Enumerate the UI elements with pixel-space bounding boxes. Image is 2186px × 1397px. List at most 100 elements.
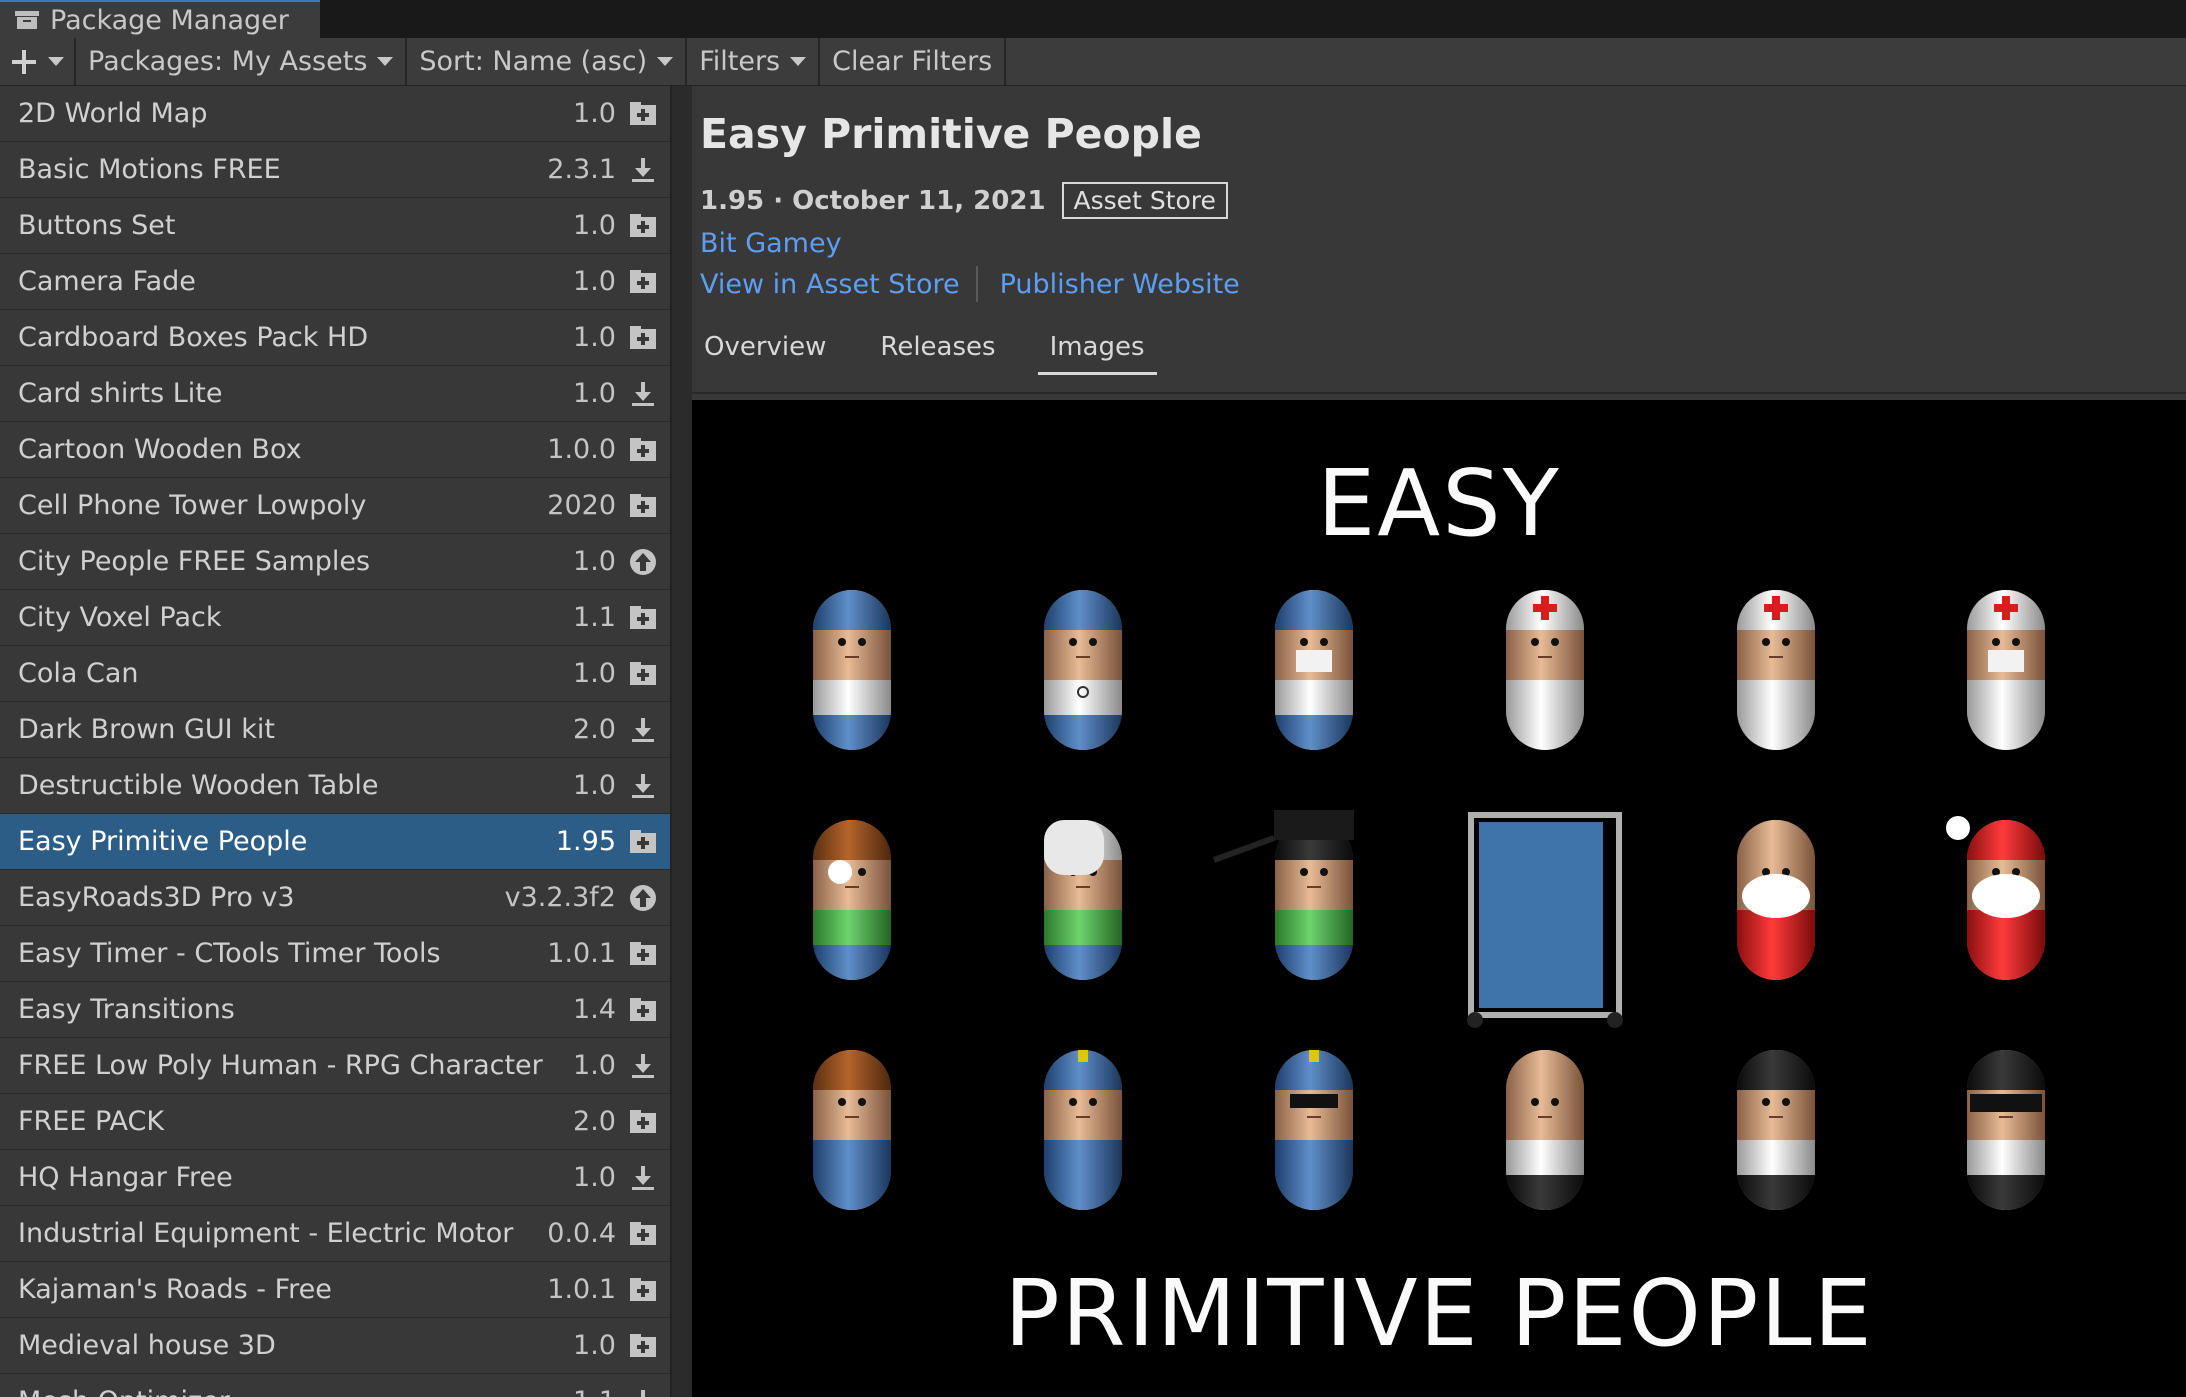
view-in-asset-store-link[interactable]: View in Asset Store <box>700 269 960 300</box>
import-icon[interactable] <box>628 1107 658 1137</box>
package-row[interactable]: FREE Low Poly Human - RPG Character 1.0 <box>0 1038 670 1094</box>
filters-dropdown-label: Filters <box>699 46 781 77</box>
package-row[interactable]: Camera Fade 1.0 <box>0 254 670 310</box>
toolbar: Packages: My Assets Sort: Name (asc) Fil… <box>0 38 2186 86</box>
package-row[interactable]: Cola Can 1.0 <box>0 646 670 702</box>
package-version: 1.4 <box>573 994 616 1025</box>
import-icon[interactable] <box>628 659 658 689</box>
download-icon[interactable] <box>628 1387 658 1397</box>
package-row[interactable]: Industrial Equipment - Electric Motor 0.0… <box>0 1206 670 1262</box>
tab-releases[interactable]: Releases <box>868 332 1007 375</box>
publisher-website-link[interactable]: Publisher Website <box>1000 269 1240 300</box>
package-version: 0.0.4 <box>547 1218 616 1249</box>
link-separator <box>975 266 978 302</box>
publisher-link[interactable]: Bit Gamey <box>700 228 842 259</box>
package-row[interactable]: 2D World Map 1.0 <box>0 86 670 142</box>
update-icon[interactable] <box>628 883 658 913</box>
download-icon[interactable] <box>628 155 658 185</box>
package-name: 2D World Map <box>18 98 208 129</box>
download-icon[interactable] <box>628 1051 658 1081</box>
package-version: 1.0.0 <box>547 434 616 465</box>
package-row[interactable]: Dark Brown GUI kit 2.0 <box>0 702 670 758</box>
package-name: HQ Hangar Free <box>18 1162 233 1193</box>
package-row[interactable]: City Voxel Pack 1.1 <box>0 590 670 646</box>
package-row[interactable]: Easy Timer - CTools Timer Tools 1.0.1 <box>0 926 670 982</box>
package-version: 1.1 <box>573 602 616 633</box>
chevron-down-icon <box>377 57 394 66</box>
package-row[interactable]: Cell Phone Tower Lowpoly 2020 <box>0 478 670 534</box>
import-icon[interactable] <box>628 211 658 241</box>
package-version: 1.0.1 <box>547 1274 616 1305</box>
package-version: 1.0 <box>573 1050 616 1081</box>
package-row[interactable]: Destructible Wooden Table 1.0 <box>0 758 670 814</box>
package-version: 1.0.1 <box>547 938 616 969</box>
import-icon[interactable] <box>628 1275 658 1305</box>
import-icon[interactable] <box>628 995 658 1025</box>
plus-icon <box>12 49 36 74</box>
package-row[interactable]: Card shirts Lite 1.0 <box>0 366 670 422</box>
package-row[interactable]: EasyRoads3D Pro v3 v3.2.3f2 <box>0 870 670 926</box>
package-row[interactable]: FREE PACK 2.0 <box>0 1094 670 1150</box>
import-icon[interactable] <box>628 99 658 129</box>
package-row[interactable]: Cartoon Wooden Box 1.0.0 <box>0 422 670 478</box>
package-row[interactable]: Medieval house 3D 1.0 <box>0 1318 670 1374</box>
package-row[interactable]: Easy Transitions 1.4 <box>0 982 670 1038</box>
package-row[interactable]: Kajaman's Roads - Free 1.0.1 <box>0 1262 670 1318</box>
import-icon[interactable] <box>628 939 658 969</box>
package-row[interactable]: Mesh Optimizer1.1 <box>0 1374 670 1397</box>
package-version: 1.0 <box>573 266 616 297</box>
package-version: v3.2.3f2 <box>504 882 616 913</box>
package-name: Easy Transitions <box>18 994 235 1025</box>
import-icon[interactable] <box>628 1219 658 1249</box>
detail-links: View in Asset Store Publisher Website <box>700 266 1240 302</box>
source-badge: Asset Store <box>1061 182 1228 219</box>
tab-divider <box>692 392 2186 394</box>
character-figures <box>813 590 2045 1210</box>
package-version: 2.0 <box>573 1106 616 1137</box>
import-icon[interactable] <box>628 1331 658 1361</box>
filters-dropdown[interactable]: Filters <box>687 38 821 85</box>
package-version: 2.3.1 <box>547 154 616 185</box>
package-row[interactable]: Buttons Set 1.0 <box>0 198 670 254</box>
package-icon <box>15 11 39 29</box>
package-row[interactable]: HQ Hangar Free 1.0 <box>0 1150 670 1206</box>
packages-dropdown[interactable]: Packages: My Assets <box>76 38 408 85</box>
package-row[interactable]: City People FREE Samples 1.0 <box>0 534 670 590</box>
sort-dropdown[interactable]: Sort: Name (asc) <box>407 38 688 85</box>
import-icon[interactable] <box>628 603 658 633</box>
download-icon[interactable] <box>628 379 658 409</box>
package-name: Destructible Wooden Table <box>18 770 379 801</box>
package-version: 2.0 <box>573 714 616 745</box>
package-version: 1.0 <box>573 1330 616 1361</box>
import-icon[interactable] <box>628 323 658 353</box>
package-row[interactable]: Cardboard Boxes Pack HD 1.0 <box>0 310 670 366</box>
package-row[interactable]: Easy Primitive People 1.95 <box>0 814 670 870</box>
package-name: Cartoon Wooden Box <box>18 434 302 465</box>
package-name: Camera Fade <box>18 266 196 297</box>
clear-filters-button[interactable]: Clear Filters <box>820 38 1007 85</box>
import-icon[interactable] <box>628 267 658 297</box>
tab-overview[interactable]: Overview <box>692 332 838 375</box>
download-icon[interactable] <box>628 771 658 801</box>
package-version: 1.0 <box>573 378 616 409</box>
import-icon[interactable] <box>628 491 658 521</box>
update-icon[interactable] <box>628 547 658 577</box>
package-name: Card shirts Lite <box>18 378 223 409</box>
package-name: Kajaman's Roads - Free <box>18 1274 332 1305</box>
import-icon[interactable] <box>628 827 658 857</box>
add-package-button[interactable] <box>0 38 76 85</box>
version-date: 1.95 · October 11, 2021 <box>700 185 1046 216</box>
clear-filters-label: Clear Filters <box>832 46 993 77</box>
window-tab[interactable]: Package Manager <box>0 0 320 38</box>
download-icon[interactable] <box>628 715 658 745</box>
package-name: FREE Low Poly Human - RPG Character <box>18 1050 543 1081</box>
package-title: Easy Primitive People <box>700 110 1202 158</box>
package-name: City Voxel Pack <box>18 602 222 633</box>
download-icon[interactable] <box>628 1163 658 1193</box>
tab-images[interactable]: Images <box>1037 332 1157 375</box>
title-bar: Package Manager <box>0 0 2186 38</box>
package-meta: 1.95 · October 11, 2021 Asset Store <box>700 182 1228 219</box>
package-row[interactable]: Basic Motions FREE 2.3.1 <box>0 142 670 198</box>
import-icon[interactable] <box>628 435 658 465</box>
package-list[interactable]: 2D World Map 1.0 Basic Motions FREE 2.3.1 Bu… <box>0 86 672 1397</box>
